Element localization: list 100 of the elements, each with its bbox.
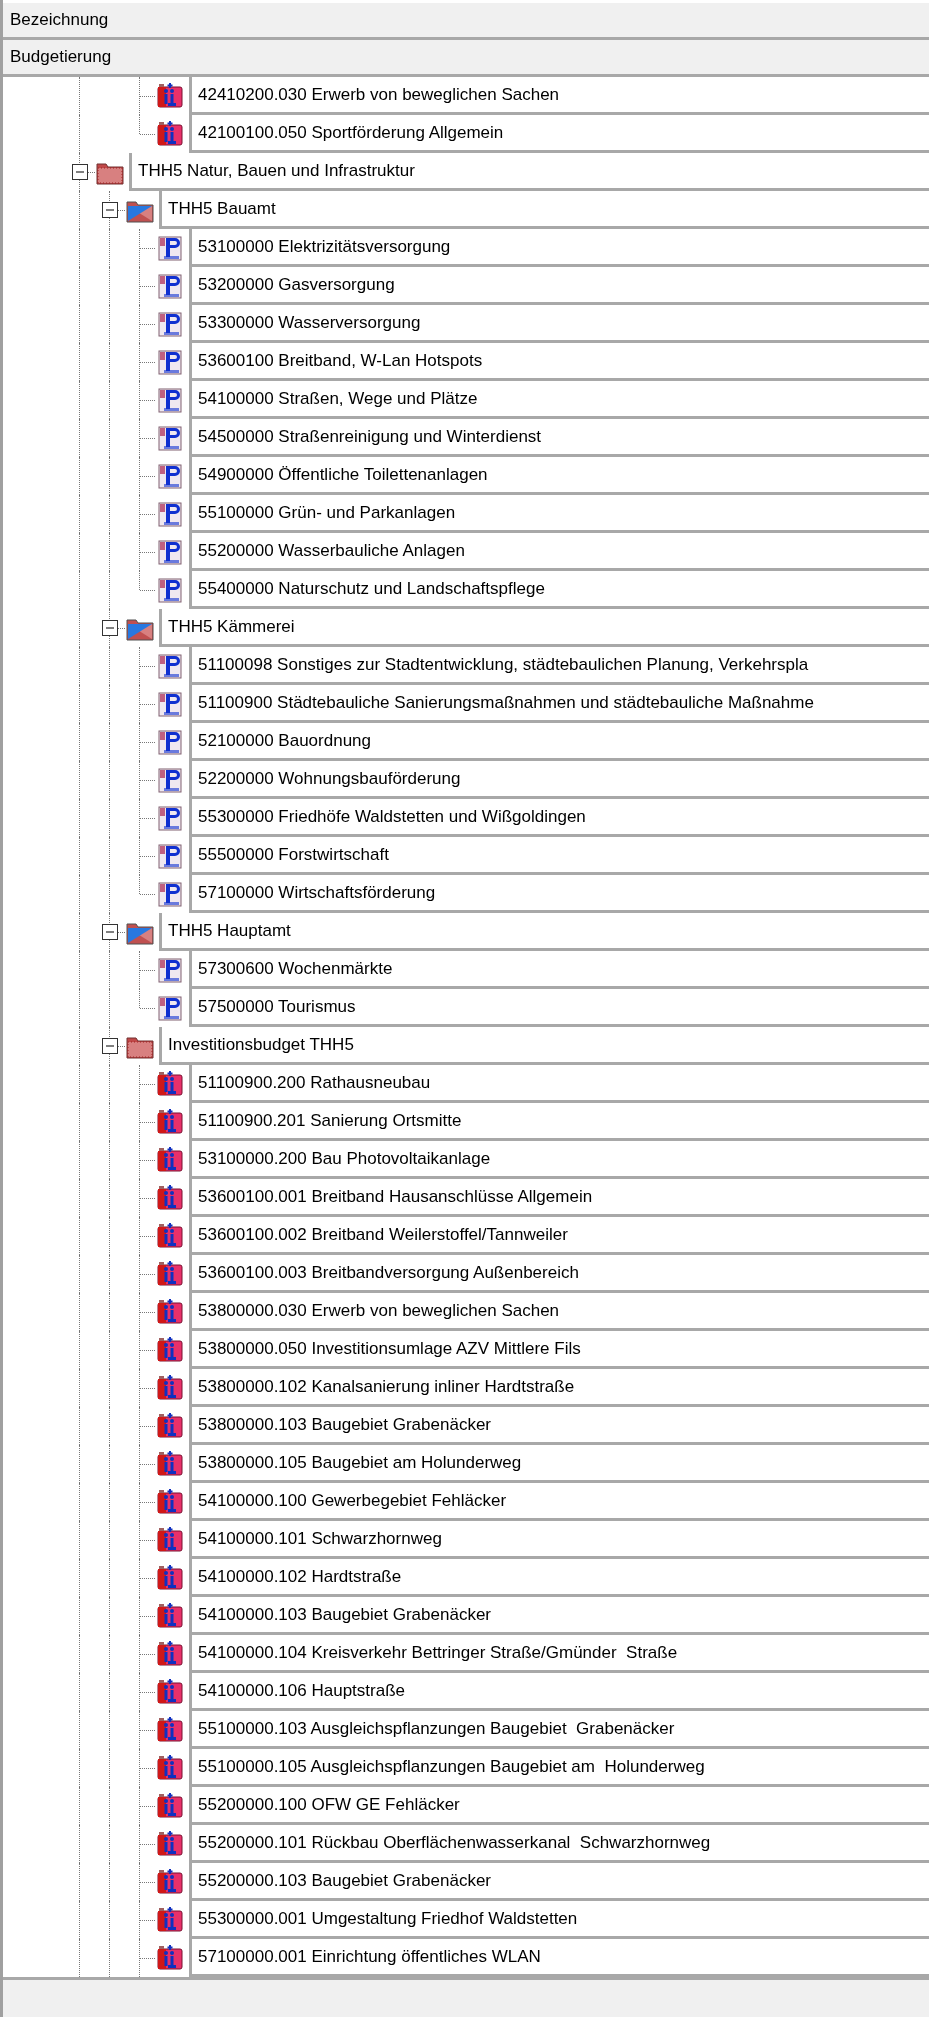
document-icon xyxy=(158,768,182,793)
investment-icon xyxy=(157,1945,183,1970)
tree-item-label[interactable]: 55300000 Friedhöfe Waldstetten und Wißgoldingen xyxy=(189,799,929,837)
tree-item-label[interactable]: 54500000 Straßenreinigung und Winterdienst xyxy=(189,419,929,457)
tree-item-label[interactable]: 55300000.001 Umgestaltung Friedhof Waldstetten xyxy=(189,1901,929,1939)
column-header[interactable]: Budgetierung xyxy=(3,40,929,77)
tree-item-label[interactable]: 53100000.200 Bau Photovoltaikanlage xyxy=(189,1141,929,1179)
folder-icon xyxy=(126,1037,154,1059)
tree-item-label[interactable]: 55100000.103 Ausgleichspflanzungen Baugebiet Grabenäcker xyxy=(189,1711,929,1749)
document-icon xyxy=(158,426,182,451)
document-icon xyxy=(158,578,182,603)
tree-item-label[interactable]: 53200000 Gasversorgung xyxy=(189,267,929,305)
document-icon xyxy=(158,350,182,375)
collapse-toggle[interactable] xyxy=(102,620,118,636)
document-icon xyxy=(158,274,182,299)
tree-item-label[interactable]: THH5 Natur, Bauen und Infrastruktur xyxy=(129,153,929,191)
collapse-toggle[interactable] xyxy=(102,924,118,940)
document-icon xyxy=(158,692,182,717)
investment-icon xyxy=(157,1565,183,1590)
investment-icon xyxy=(157,1223,183,1248)
tree-item-label[interactable]: 55400000 Naturschutz und Landschaftspflege xyxy=(189,571,929,609)
tree-item-label[interactable]: 57300600 Wochenmärkte xyxy=(189,951,929,989)
investment-icon xyxy=(157,1793,183,1818)
tree-item-label[interactable]: 53800000.050 Investitionsumlage AZV Mittlere Fils xyxy=(189,1331,929,1369)
investment-icon xyxy=(157,1147,183,1172)
tree-item-label[interactable]: THH5 Hauptamt xyxy=(159,913,929,951)
tree-item-label[interactable]: 53800000.030 Erwerb von beweglichen Sachen xyxy=(189,1293,929,1331)
investment-icon xyxy=(157,83,183,108)
tree-item-label[interactable]: Investitionsbudget THH5 xyxy=(159,1027,929,1065)
investment-icon xyxy=(157,1451,183,1476)
investment-icon xyxy=(157,1907,183,1932)
document-icon xyxy=(158,312,182,337)
tree-item-label[interactable]: 53800000.105 Baugebiet am Holunderweg xyxy=(189,1445,929,1483)
tree-item-label[interactable]: 55500000 Forstwirtschaft xyxy=(189,837,929,875)
tree-item-label[interactable]: 51100900.201 Sanierung Ortsmitte xyxy=(189,1103,929,1141)
tree-item-label[interactable]: 54900000 Öffentliche Toilettenanlagen xyxy=(189,457,929,495)
tree-item-label[interactable]: 51100900 Städtebauliche Sanierungsmaßnahmen und städtebauliche Maßnahme xyxy=(189,685,929,723)
collapse-toggle[interactable] xyxy=(102,1038,118,1054)
investment-icon xyxy=(157,1527,183,1552)
investment-icon xyxy=(157,1869,183,1894)
investment-icon xyxy=(157,1337,183,1362)
tree-item-label[interactable]: 55100000 Grün- und Parkanlagen xyxy=(189,495,929,533)
tree-item-label[interactable]: 55200000.103 Baugebiet Grabenäcker xyxy=(189,1863,929,1901)
investment-icon xyxy=(157,1185,183,1210)
investment-icon xyxy=(157,1299,183,1324)
tree-item-label[interactable]: 51100098 Sonstiges zur Stadtentwicklung, städtebaulichen Planung, Verkehrspla xyxy=(189,647,929,685)
tree-item-label[interactable]: 54100000.102 Hardtstraße xyxy=(189,1559,929,1597)
tree-item-label[interactable]: 53600100 Breitband, W-Lan Hotspots xyxy=(189,343,929,381)
tree-item-label[interactable]: 57100000.001 Einrichtung öffentliches WLAN xyxy=(189,1939,929,1977)
tree-item-label[interactable]: 53600100.003 Breitbandversorgung Außenbereich xyxy=(189,1255,929,1293)
tree-item-label[interactable]: 55100000.105 Ausgleichspflanzungen Baugebiet am Holunderweg xyxy=(189,1749,929,1787)
investment-icon xyxy=(157,1679,183,1704)
tree-item-label[interactable]: 54100000.104 Kreisverkehr Bettringer Straße/Gmünder Straße xyxy=(189,1635,929,1673)
tree-item-label[interactable]: 53600100.002 Breitband Weilerstoffel/Tannweiler xyxy=(189,1217,929,1255)
tree-item-label[interactable]: 52200000 Wohnungsbauförderung xyxy=(189,761,929,799)
tree-item-label[interactable]: THH5 Kämmerei xyxy=(159,609,929,647)
tree-item-label[interactable]: 42410200.030 Erwerb von beweglichen Sachen xyxy=(189,77,929,115)
tree-item-label[interactable]: 54100000.103 Baugebiet Grabenäcker xyxy=(189,1597,929,1635)
tree-item-label[interactable]: 54100000.100 Gewerbegebiet Fehläcker xyxy=(189,1483,929,1521)
tree-item-label[interactable]: 42100100.050 Sportförderung Allgemein xyxy=(189,115,929,153)
investment-icon xyxy=(157,1413,183,1438)
folder-icon xyxy=(126,923,154,945)
tree-item-label[interactable]: 55200000.100 OFW GE Fehläcker xyxy=(189,1787,929,1825)
investment-icon xyxy=(157,1489,183,1514)
document-icon xyxy=(158,388,182,413)
document-icon xyxy=(158,806,182,831)
tree-item-label[interactable]: 52100000 Bauordnung xyxy=(189,723,929,761)
document-icon xyxy=(158,844,182,869)
investment-icon xyxy=(157,1717,183,1742)
document-icon xyxy=(158,540,182,565)
column-header[interactable]: Bezeichnung xyxy=(3,3,929,40)
tree-item-label[interactable]: 53800000.102 Kanalsanierung inliner Hardtstraße xyxy=(189,1369,929,1407)
investment-icon xyxy=(157,1261,183,1286)
document-icon xyxy=(158,236,182,261)
investment-icon xyxy=(157,1071,183,1096)
document-icon xyxy=(158,958,182,983)
folder-icon xyxy=(96,163,124,185)
tree-item-label[interactable]: 57500000 Tourismus xyxy=(189,989,929,1027)
tree-item-label[interactable]: 51100900.200 Rathausneubau xyxy=(189,1065,929,1103)
tree-item-label[interactable]: THH5 Bauamt xyxy=(159,191,929,229)
folder-icon xyxy=(126,619,154,641)
tree-item-label[interactable]: 53800000.103 Baugebiet Grabenäcker xyxy=(189,1407,929,1445)
tree-item-label[interactable]: 54100000 Straßen, Wege und Plätze xyxy=(189,381,929,419)
tree-item-label[interactable]: 53300000 Wasserversorgung xyxy=(189,305,929,343)
investment-icon xyxy=(157,121,183,146)
document-icon xyxy=(158,996,182,1021)
collapse-toggle[interactable] xyxy=(102,202,118,218)
tree-item-label[interactable]: 57100000 Wirtschaftsförderung xyxy=(189,875,929,913)
tree-item-label[interactable]: 54100000.101 Schwarzhornweg xyxy=(189,1521,929,1559)
tree-item-label[interactable]: 54100000.106 Hauptstraße xyxy=(189,1673,929,1711)
tree-item-label[interactable]: 55200000.101 Rückbau Oberflächenwasserkanal Schwarzhornweg xyxy=(189,1825,929,1863)
document-icon xyxy=(158,654,182,679)
document-icon xyxy=(158,464,182,489)
tree-item-label[interactable]: 53600100.001 Breitband Hausanschlüsse Allgemein xyxy=(189,1179,929,1217)
document-icon xyxy=(158,730,182,755)
tree-item-label[interactable]: 53100000 Elektrizitätsversorgung xyxy=(189,229,929,267)
investment-icon xyxy=(157,1641,183,1666)
collapse-toggle[interactable] xyxy=(72,164,88,180)
investment-icon xyxy=(157,1755,183,1780)
tree-item-label[interactable]: 55200000 Wasserbauliche Anlagen xyxy=(189,533,929,571)
